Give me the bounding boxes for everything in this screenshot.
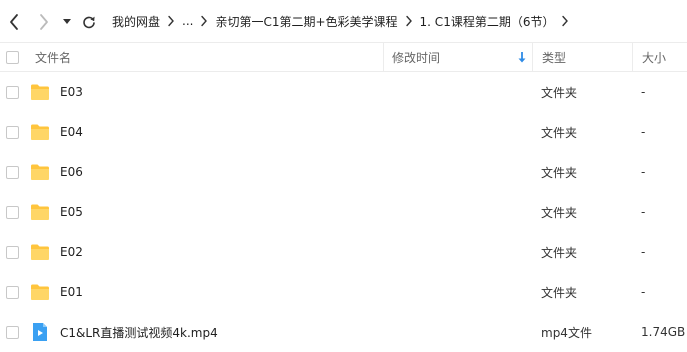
file-size: - [641,165,646,179]
folder-icon [31,84,49,100]
refresh-icon[interactable] [78,11,100,33]
file-row[interactable]: E04 文件夹 - [0,112,687,152]
file-type: 文件夹 [541,85,578,100]
file-size: - [641,85,646,99]
file-row[interactable]: E05 文件夹 - [0,192,687,232]
file-type: 文件夹 [541,205,578,220]
file-row[interactable]: E03 文件夹 - [0,72,687,112]
file-type: 文件夹 [541,165,578,180]
breadcrumb: 我的网盘 ... 亲切第一C1第二期+色彩美学课程 1. C1课程第二期（6节） [112,0,576,42]
file-name: E01 [60,285,83,299]
file-row[interactable]: E02 文件夹 - [0,232,687,272]
row-checkbox[interactable] [6,126,19,139]
file-list: E03 文件夹 - E04 文件夹 - E06 文件夹 - E05 文件夹 - … [0,72,687,352]
row-checkbox[interactable] [6,86,19,99]
row-checkbox[interactable] [6,286,19,299]
select-all-checkbox[interactable] [6,51,19,64]
column-header-modified[interactable]: 修改时间 [383,43,531,72]
file-size: - [641,125,646,139]
folder-icon [31,204,49,220]
chevron-right-icon [160,15,182,27]
file-type: mp4文件 [541,325,592,340]
breadcrumb-item-my-drive[interactable]: 我的网盘 [112,13,160,30]
video-file-icon [33,323,47,341]
folder-icon [31,164,49,180]
row-checkbox[interactable] [6,246,19,259]
column-header-name[interactable]: 文件名 [35,43,380,72]
file-type: 文件夹 [541,245,578,260]
row-checkbox[interactable] [6,206,19,219]
file-name: E02 [60,245,83,259]
caret-down-icon[interactable] [59,11,75,33]
file-row[interactable]: E01 文件夹 - [0,272,687,312]
file-type: 文件夹 [541,285,578,300]
file-row[interactable]: E06 文件夹 - [0,152,687,192]
sort-descending-icon [518,52,526,63]
folder-icon [31,284,49,300]
file-type: 文件夹 [541,125,578,140]
column-header-modified-label: 修改时间 [392,51,441,65]
folder-icon [31,244,49,260]
file-size: - [641,245,646,259]
file-name: E05 [60,205,83,219]
file-size: 1.74GB [641,325,686,339]
file-size: - [641,205,646,219]
file-name: C1&LR直播测试视频4k.mp4 [60,325,218,340]
breadcrumb-item-ellipsis[interactable]: ... [182,14,193,28]
chevron-right-icon [193,15,215,27]
file-size: - [641,285,646,299]
breadcrumb-item-current[interactable]: 1. C1课程第二期（6节） [420,13,555,30]
column-header-size[interactable]: 大小 [632,43,687,72]
column-header-type[interactable]: 类型 [532,43,632,72]
folder-icon [31,124,49,140]
breadcrumb-item-course[interactable]: 亲切第一C1第二期+色彩美学课程 [215,13,397,30]
chevron-right-icon[interactable] [33,11,55,33]
chevron-right-icon[interactable] [554,15,576,27]
file-list-header: 文件名 修改时间 类型 大小 [0,42,687,72]
file-row[interactable]: C1&LR直播测试视频4k.mp4 mp4文件 1.74GB [0,312,687,352]
row-checkbox[interactable] [6,326,19,339]
file-name: E06 [60,165,83,179]
file-name: E03 [60,85,83,99]
chevron-right-icon [398,15,420,27]
file-name: E04 [60,125,83,139]
row-checkbox[interactable] [6,166,19,179]
chevron-left-icon[interactable] [3,11,25,33]
navigation-bar: 我的网盘 ... 亲切第一C1第二期+色彩美学课程 1. C1课程第二期（6节） [0,0,687,42]
